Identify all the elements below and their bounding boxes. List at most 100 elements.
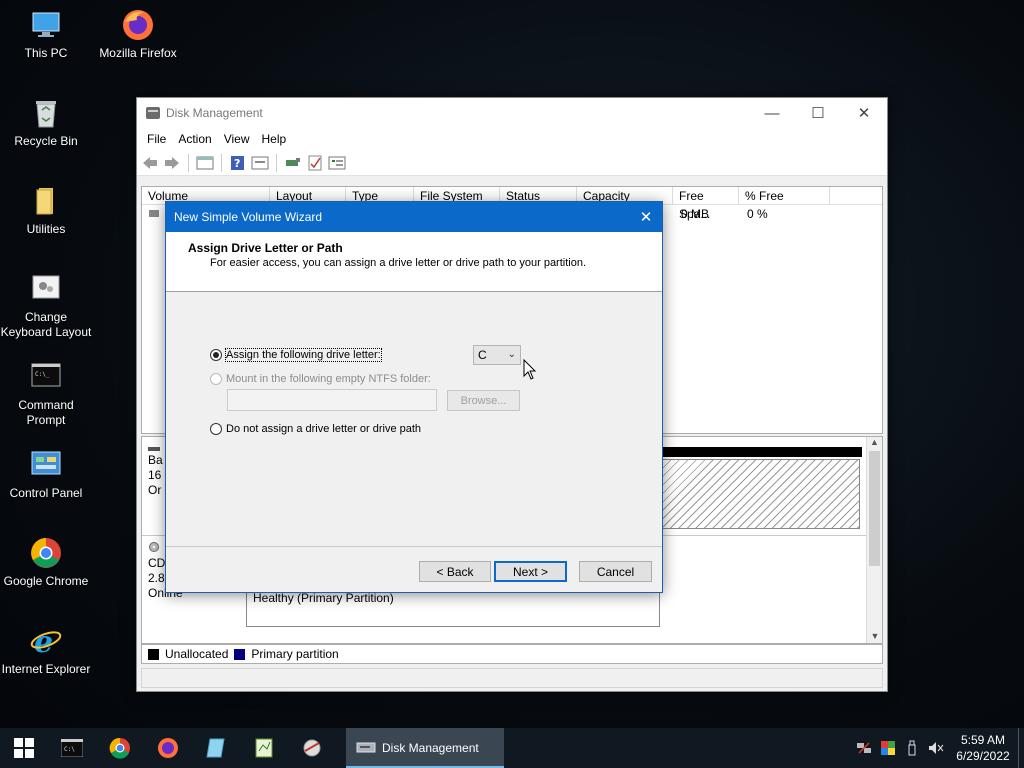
wizard-close-button[interactable]: ✕ xyxy=(630,202,662,232)
desktop-icon-label: Change Keyboard Layout xyxy=(0,310,92,339)
disk-management-icon xyxy=(356,739,376,758)
taskbar-app-label: Disk Management xyxy=(382,741,479,755)
partition-status: Healthy (Primary Partition) xyxy=(253,591,394,605)
connect-icon[interactable] xyxy=(284,155,302,171)
window-title: Disk Management xyxy=(166,106,263,120)
scroll-up-icon[interactable]: ▲ xyxy=(867,437,882,447)
disk-map-scrollbar[interactable]: ▲ ▼ xyxy=(866,437,882,643)
desktop-icon-chrome[interactable]: Google Chrome xyxy=(0,536,92,589)
firefox-icon xyxy=(158,738,178,758)
firefox-icon xyxy=(121,8,155,42)
folder-icon xyxy=(29,184,63,218)
taskbar-command-prompt[interactable]: C:\ xyxy=(48,728,96,768)
menu-help[interactable]: Help xyxy=(256,132,293,146)
wizard-footer-divider xyxy=(166,546,662,547)
checklist-icon[interactable] xyxy=(306,155,324,171)
wizard-titlebar[interactable]: New Simple Volume Wizard ✕ xyxy=(166,202,662,232)
svg-text:C:\: C:\ xyxy=(64,746,75,753)
taskbar-firefox[interactable] xyxy=(144,728,192,768)
this-pc-icon xyxy=(29,8,63,42)
next-button[interactable]: Next > xyxy=(494,561,567,582)
properties-icon[interactable] xyxy=(251,155,269,171)
no-drive-letter-label[interactable]: Do not assign a drive letter or drive pa… xyxy=(226,423,421,435)
start-button[interactable] xyxy=(0,728,48,768)
command-prompt-icon: C:\ xyxy=(61,739,83,757)
mouse-cursor-icon xyxy=(523,358,537,384)
legend-unallocated: Unallocated xyxy=(165,647,229,661)
wizard-title: New Simple Volume Wizard xyxy=(174,210,323,224)
no-drive-letter-radio[interactable] xyxy=(210,423,222,435)
system-tray: 5:59 AM 6/29/2022 xyxy=(852,728,1024,768)
cancel-button[interactable]: Cancel xyxy=(579,561,652,582)
toolbar-separator xyxy=(276,153,277,172)
desktop-icon-keyboard-layout[interactable]: Change Keyboard Layout xyxy=(0,272,92,340)
forward-arrow-icon[interactable] xyxy=(163,155,181,171)
volume-muted-icon[interactable] xyxy=(924,741,948,755)
disk-management-icon xyxy=(146,107,160,119)
maximize-button[interactable]: ☐ xyxy=(795,98,841,128)
drive-letter-dropdown[interactable]: C ⌄ xyxy=(473,345,521,365)
wizard-heading: Assign Drive Letter or Path xyxy=(188,241,343,255)
assign-drive-letter-radio[interactable] xyxy=(210,349,222,361)
desktop-icon-firefox[interactable]: Mozilla Firefox xyxy=(92,8,184,61)
settings-list-icon[interactable] xyxy=(328,155,346,171)
scroll-down-icon[interactable]: ▼ xyxy=(867,631,883,641)
taskbar-notepad[interactable] xyxy=(192,728,240,768)
assign-drive-letter-label[interactable]: Assign the following drive letter: xyxy=(225,348,382,362)
scroll-thumb[interactable] xyxy=(869,451,880,566)
taskbar-editor[interactable] xyxy=(240,728,288,768)
volume-row-percent-free: 0 % xyxy=(747,207,768,221)
chrome-icon xyxy=(29,536,63,570)
usb-device-icon[interactable] xyxy=(900,740,924,756)
no-drive-letter-option[interactable]: Do not assign a drive letter or drive pa… xyxy=(210,423,421,435)
minimize-button[interactable]: — xyxy=(749,98,795,128)
menu-action[interactable]: Action xyxy=(172,132,217,146)
assign-drive-letter-option[interactable]: Assign the following drive letter: xyxy=(210,348,382,362)
desktop-icon-control-panel[interactable]: Control Panel xyxy=(0,448,92,501)
desktop-icon-recycle-bin[interactable]: Recycle Bin xyxy=(0,96,92,149)
column-header-free-space[interactable]: Free Spa... xyxy=(673,187,739,221)
taskbar-clock[interactable]: 5:59 AM 6/29/2022 xyxy=(948,732,1018,764)
ntfs-folder-path-input xyxy=(227,389,437,411)
display-settings-icon[interactable] xyxy=(876,741,900,755)
disk-legend: Unallocated Primary partition xyxy=(141,644,883,664)
text-editor-icon xyxy=(255,738,273,758)
help-icon[interactable]: ? xyxy=(229,155,247,171)
disk-0-icon xyxy=(148,447,160,451)
legend-swatch-primary xyxy=(234,648,246,660)
svg-text:e: e xyxy=(34,625,53,658)
show-hide-console-icon[interactable] xyxy=(196,155,214,171)
close-button[interactable]: ✕ xyxy=(841,98,887,128)
wizard-header: Assign Drive Letter or Path For easier a… xyxy=(166,232,662,292)
taskbar-disk-management[interactable]: Disk Management xyxy=(346,728,504,768)
taskbar-snipping[interactable] xyxy=(288,728,336,768)
taskbar: C:\ Disk Management 5:59 AM 6/29/2022 xyxy=(0,728,1024,768)
show-desktop-button[interactable] xyxy=(1018,728,1024,768)
column-header-percent-free[interactable]: % Free xyxy=(739,187,830,204)
back-button[interactable]: < Back xyxy=(419,561,491,582)
desktop-icon-internet-explorer[interactable]: e Internet Explorer xyxy=(0,624,92,677)
desktop-icon-label: This PC xyxy=(24,46,68,60)
browse-button: Browse... xyxy=(447,390,520,411)
legend-primary-partition: Primary partition xyxy=(251,647,339,661)
network-icon[interactable] xyxy=(852,741,876,755)
clock-time: 5:59 AM xyxy=(960,733,1006,747)
unallocated-region[interactable] xyxy=(662,459,860,529)
window-titlebar[interactable]: Disk Management — ☐ ✕ xyxy=(137,98,887,128)
unallocated-bar xyxy=(662,447,862,457)
taskbar-chrome[interactable] xyxy=(96,728,144,768)
notepad-icon xyxy=(206,738,225,758)
svg-text:C:\_: C:\_ xyxy=(35,371,50,378)
desktop-icon-utilities[interactable]: Utilities xyxy=(0,184,92,237)
menu-bar: File Action View Help xyxy=(137,128,887,150)
menu-file[interactable]: File xyxy=(141,132,172,146)
desktop-icon-command-prompt[interactable]: C:\_ Command Prompt xyxy=(0,360,92,428)
desktop-icon-this-pc[interactable]: This PC xyxy=(0,8,92,61)
control-panel-icon xyxy=(29,448,63,482)
menu-view[interactable]: View xyxy=(218,132,256,146)
clock-date: 6/29/2022 xyxy=(956,749,1010,763)
chrome-icon xyxy=(109,737,130,759)
back-arrow-icon[interactable] xyxy=(141,155,159,171)
toolbar-separator xyxy=(188,153,189,172)
drive-letter-value: C xyxy=(478,348,487,362)
